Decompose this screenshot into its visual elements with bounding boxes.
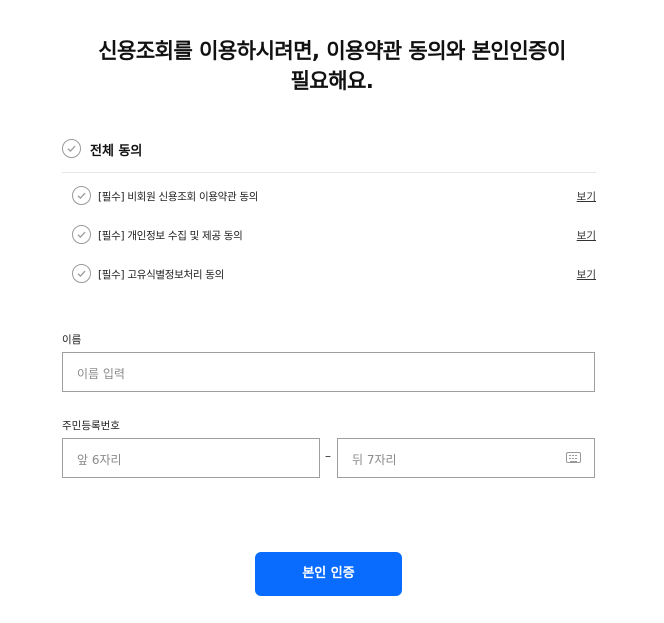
term-label: [필수] 고유식별정보처리 동의 [98,269,224,281]
rrn-front-input[interactable]: 앞 6자리 [62,438,320,478]
name-label: 이름 [62,334,82,346]
term-item[interactable]: [필수] 고유식별정보처리 동의 보기 [72,264,596,286]
rrn-separator: – [325,449,331,463]
rrn-front-placeholder: 앞 6자리 [77,453,122,467]
check-icon[interactable] [72,186,91,205]
term-item[interactable]: [필수] 개인정보 수집 및 제공 동의 보기 [72,225,596,247]
agree-all-label: 전체 동의 [90,144,143,159]
term-item[interactable]: [필수] 비회원 신용조회 이용약관 동의 보기 [72,186,596,208]
term-label: [필수] 비회원 신용조회 이용약관 동의 [98,191,259,203]
verify-button[interactable]: 본인 인증 [255,552,402,596]
view-link[interactable]: 보기 [577,228,596,243]
page-title: 신용조회를 이용하시려면, 이용약관 동의와 본인인증이 필요해요. [0,36,664,96]
view-link[interactable]: 보기 [577,189,596,204]
rrn-back-input[interactable]: 뒤 7자리 [337,438,595,478]
page-title-line-1: 신용조회를 이용하시려면, 이용약관 동의와 본인인증이 [98,39,566,63]
rrn-back-placeholder: 뒤 7자리 [352,453,397,467]
agree-all-row[interactable]: 전체 동의 [62,139,596,159]
check-icon[interactable] [72,225,91,244]
keyboard-icon[interactable] [566,452,581,463]
term-label: [필수] 개인정보 수집 및 제공 동의 [98,230,243,242]
name-input[interactable]: 이름 입력 [62,352,595,392]
check-icon[interactable] [62,139,81,158]
view-link[interactable]: 보기 [577,267,596,282]
rrn-label: 주민등록번호 [62,420,120,432]
page-title-line-2: 필요해요. [290,69,374,93]
divider [62,172,596,173]
name-placeholder: 이름 입력 [77,367,125,381]
check-icon[interactable] [72,264,91,283]
